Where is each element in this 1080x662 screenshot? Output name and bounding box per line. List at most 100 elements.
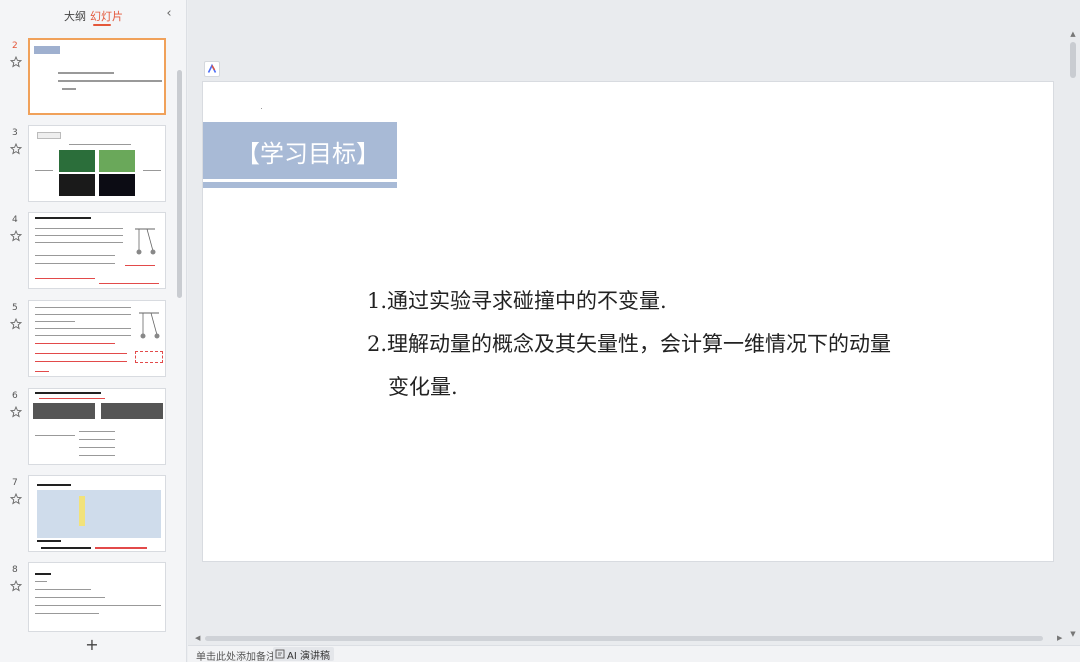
slide-thumbnail[interactable] <box>28 38 166 115</box>
vertical-scrollbar[interactable] <box>1070 42 1076 78</box>
mini-image <box>101 403 163 419</box>
ai-speech-button[interactable]: AI 演讲稿 <box>273 647 334 662</box>
mini-image <box>99 174 135 196</box>
mini-text <box>41 547 91 549</box>
slide-thumbnail-row[interactable]: 2 <box>0 38 180 116</box>
mini-text <box>79 455 115 456</box>
slide-thumbnail[interactable] <box>28 212 166 289</box>
scroll-left-icon[interactable]: ◀ <box>195 634 200 642</box>
mini-text <box>35 581 47 582</box>
mini-text <box>35 605 161 606</box>
mini-label <box>37 132 61 139</box>
mini-text <box>37 540 61 542</box>
notes-placeholder[interactable]: 单击此处添加备注 <box>196 648 276 662</box>
mini-text <box>143 170 161 171</box>
mini-heading <box>35 573 51 575</box>
panel-tabs: 大纲 幻灯片 ‹ <box>0 0 187 30</box>
mini-text <box>35 435 75 436</box>
objective-line: 变化量. <box>388 375 458 399</box>
mini-text <box>99 283 159 284</box>
current-slide[interactable]: 【学习目标】 1.通过实验寻求碰撞中的不变量. 2.理解动量的概念及其矢量性，会… <box>203 82 1053 561</box>
mini-text <box>35 228 123 229</box>
collapse-panel-icon[interactable]: ‹ <box>163 7 175 20</box>
star-icon[interactable] <box>10 318 22 330</box>
mini-text <box>79 439 115 440</box>
mini-text <box>35 255 115 256</box>
scroll-up-icon[interactable]: ▲ <box>1068 30 1078 38</box>
slide-thumbnail[interactable] <box>28 475 166 552</box>
mini-text <box>35 314 131 315</box>
mini-text <box>35 242 123 243</box>
star-icon[interactable] <box>10 580 22 592</box>
objective-line: 1.通过实验寻求碰撞中的不变量. <box>367 289 667 313</box>
mini-text <box>35 597 105 598</box>
notes-bar: 单击此处添加备注 AI 演讲稿 <box>188 645 1080 662</box>
mini-image <box>99 150 135 172</box>
slide-number: 7 <box>12 478 18 488</box>
scroll-down-icon[interactable]: ▼ <box>1068 630 1078 638</box>
mini-text <box>58 80 162 82</box>
objectives-textbox[interactable]: 1.通过实验寻求碰撞中的不变量. 2.理解动量的概念及其矢量性，会计算一维情况下… <box>367 280 987 409</box>
slide-number: 5 <box>12 303 18 313</box>
horizontal-scrollbar[interactable] <box>205 636 1043 641</box>
star-icon[interactable] <box>10 56 22 68</box>
mini-text <box>39 398 105 399</box>
slide-number: 8 <box>12 565 18 575</box>
mini-text <box>35 371 49 372</box>
mini-text <box>35 343 115 344</box>
slide-title-band: 【学习目标】 <box>203 122 397 179</box>
mini-text <box>35 361 127 362</box>
slide-number: 2 <box>12 41 18 51</box>
slide-thumbnail-row[interactable]: 7 <box>0 475 180 553</box>
mini-text <box>35 278 95 279</box>
mini-image <box>59 174 95 196</box>
mini-text <box>35 335 131 336</box>
slide-mark <box>261 108 262 109</box>
slide-thumbnail[interactable] <box>28 388 166 465</box>
slide-number: 4 <box>12 215 18 225</box>
mini-text <box>95 547 147 549</box>
slide-title[interactable]: 【学习目标】 <box>236 134 380 169</box>
mini-heading <box>35 217 91 219</box>
mini-text <box>35 589 91 590</box>
tab-slides[interactable]: 幻灯片 <box>90 8 123 24</box>
scroll-right-icon[interactable]: ▶ <box>1057 634 1062 642</box>
mini-text <box>35 263 115 264</box>
mini-heading <box>37 484 71 486</box>
tab-outline[interactable]: 大纲 <box>64 8 86 24</box>
mini-text <box>69 144 131 145</box>
panel-scrollbar[interactable] <box>177 70 182 298</box>
slide-panel: 大纲 幻灯片 ‹ 2 3 4 5 6 7 8 + <box>0 0 187 662</box>
mini-text <box>35 321 75 322</box>
star-icon[interactable] <box>10 230 22 242</box>
mini-text <box>35 613 99 614</box>
slide-thumbnail[interactable] <box>28 125 166 202</box>
mini-text <box>79 431 115 432</box>
star-icon[interactable] <box>10 493 22 505</box>
mini-text <box>58 72 114 74</box>
slide-thumbnail[interactable] <box>28 300 166 377</box>
slide-thumbnail-row[interactable]: 6 <box>0 388 180 466</box>
mini-text <box>35 170 53 171</box>
document-icon <box>275 649 285 659</box>
add-slide-button[interactable]: + <box>84 637 100 653</box>
mini-text <box>79 447 115 448</box>
ai-assistant-icon[interactable] <box>204 61 220 77</box>
slide-thumbnail-row[interactable]: 8 <box>0 562 180 640</box>
star-icon[interactable] <box>10 143 22 155</box>
mini-text <box>35 235 123 236</box>
slide-thumbnail-row[interactable]: 4 <box>0 212 180 290</box>
slide-thumbnail-row[interactable]: 5 <box>0 300 180 378</box>
slide-thumbnail-row[interactable]: 3 <box>0 125 180 203</box>
slide-thumbnail[interactable] <box>28 562 166 632</box>
mini-image <box>59 150 95 172</box>
mini-image <box>33 403 95 419</box>
slide-number: 6 <box>12 391 18 401</box>
mini-pendulum <box>139 312 160 339</box>
mini-table <box>37 490 161 538</box>
mini-highlight <box>79 496 85 526</box>
mini-title <box>34 46 60 54</box>
tab-active-indicator <box>93 24 111 26</box>
mini-text <box>62 88 76 90</box>
star-icon[interactable] <box>10 406 22 418</box>
